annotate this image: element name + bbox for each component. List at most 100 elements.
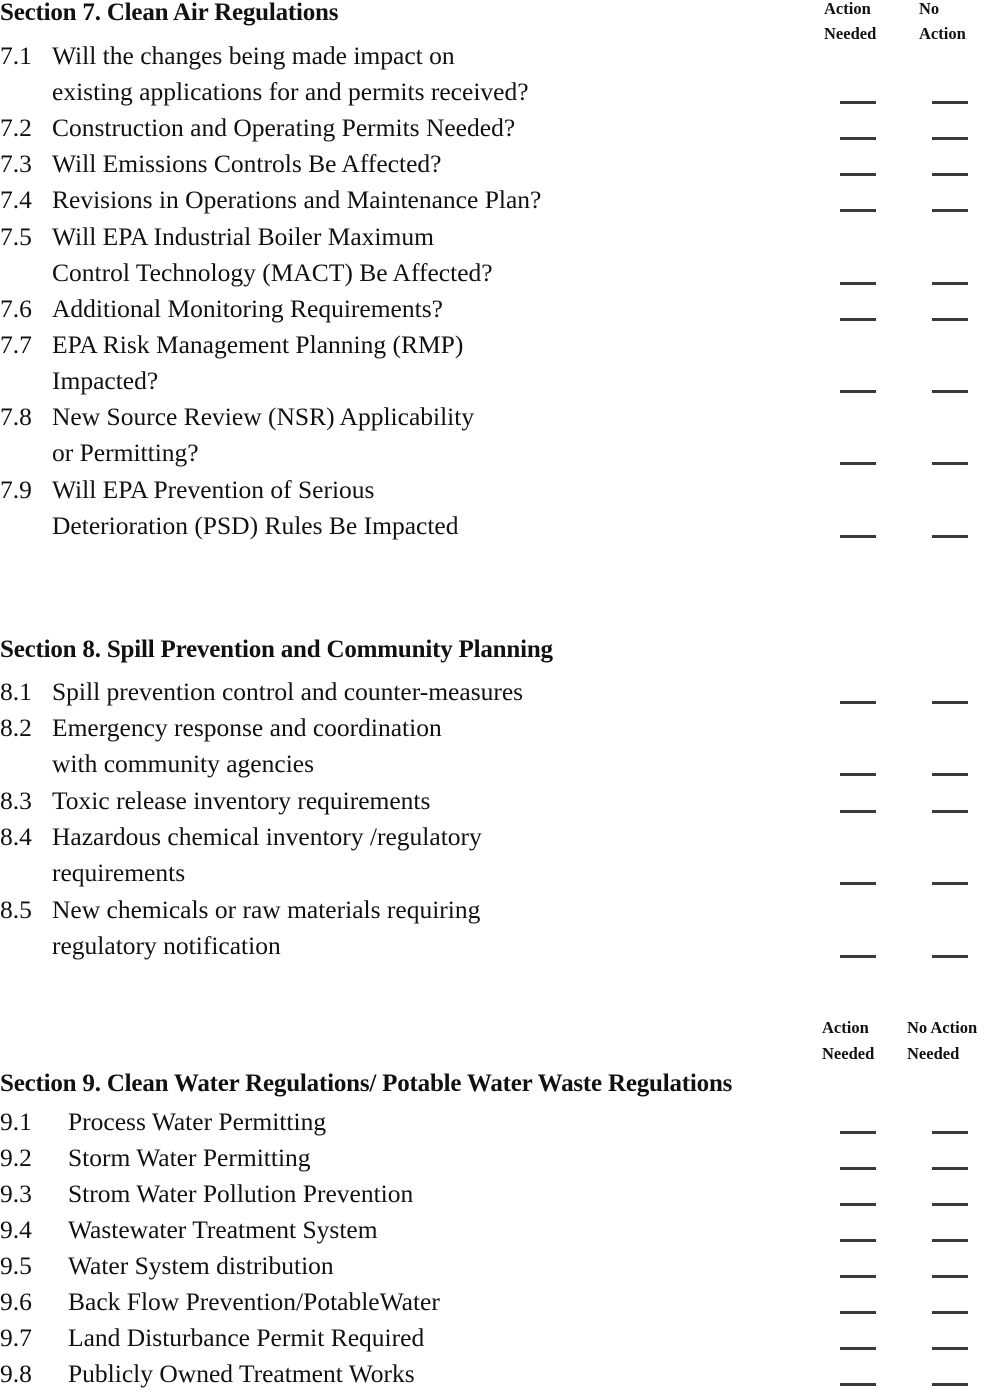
item-text-line1: Will the changes being made impact on <box>52 41 455 70</box>
action-needed-blank[interactable] <box>840 101 876 104</box>
action-needed-blank[interactable] <box>840 209 876 212</box>
action-needed-blank[interactable] <box>840 390 876 393</box>
action-needed-blank[interactable] <box>840 1203 876 1206</box>
checklist-row: 7.3 Will Emissions Controls Be Affected? <box>0 146 1000 182</box>
item-number: 9.2 <box>0 1143 32 1172</box>
item-text-line2: requirements <box>52 858 186 888</box>
document-page: Section 7. Clean Air Regulations Action … <box>0 0 1000 1389</box>
item-number: 7.5 <box>0 222 32 251</box>
item-text-line2: regulatory notification <box>52 931 281 961</box>
checklist-row: 7.2 Construction and Operating Permits N… <box>0 110 1000 146</box>
item-text-line1: EPA Risk Management Planning (RMP) <box>52 330 464 359</box>
item-text-line1: Storm Water Permitting <box>68 1143 311 1172</box>
no-action-needed-blank[interactable] <box>932 1239 968 1242</box>
action-needed-blank[interactable] <box>840 1311 876 1314</box>
checklist-row: 7.7 EPA Risk Management Planning (RMP) I… <box>0 327 1000 399</box>
action-needed-blank[interactable] <box>840 773 876 776</box>
action-needed-blank[interactable] <box>840 1275 876 1278</box>
no-action-blank[interactable] <box>932 282 968 285</box>
no-action-blank[interactable] <box>932 318 968 321</box>
checklist-row: 9.6 Back Flow Prevention/PotableWater <box>0 1284 1000 1320</box>
no-action-blank[interactable] <box>932 209 968 212</box>
checklist-row: 8.5 New chemicals or raw materials requi… <box>0 892 1000 964</box>
action-needed-blank[interactable] <box>840 1131 876 1134</box>
item-text-line2: with community agencies <box>52 749 315 779</box>
no-action-blank[interactable] <box>932 390 968 393</box>
no-action-blank[interactable] <box>932 773 968 776</box>
no-action-blank[interactable] <box>932 955 968 958</box>
action-needed-blank[interactable] <box>840 282 876 285</box>
action-needed-blank[interactable] <box>840 1347 876 1350</box>
checklist-row: 9.8 Publicly Owned Treatment Works <box>0 1356 1000 1392</box>
section-7-column-header-no-action-line1: No <box>919 0 940 18</box>
checklist-row: 8.3 Toxic release inventory requirements <box>0 783 1000 819</box>
section-7-title: Section 7. Clean Air Regulations <box>0 0 339 26</box>
no-action-blank[interactable] <box>932 137 968 140</box>
action-needed-blank[interactable] <box>840 810 876 813</box>
checklist-row: 9.7 Land Disturbance Permit Required <box>0 1320 1000 1356</box>
no-action-blank[interactable] <box>932 101 968 104</box>
item-text-line2: Control Technology (MACT) Be Affected? <box>52 258 493 288</box>
item-number: 7.9 <box>0 475 32 504</box>
action-needed-blank[interactable] <box>840 1167 876 1170</box>
item-number: 8.1 <box>0 677 32 706</box>
item-number: 7.4 <box>0 185 32 214</box>
action-needed-blank[interactable] <box>840 1239 876 1242</box>
item-text-line1: Will EPA Prevention of Serious <box>52 475 375 504</box>
checklist-row: 9.4 Wastewater Treatment System <box>0 1212 1000 1248</box>
no-action-needed-blank[interactable] <box>932 1311 968 1314</box>
action-needed-blank[interactable] <box>840 955 876 958</box>
no-action-needed-blank[interactable] <box>932 1347 968 1350</box>
action-needed-blank[interactable] <box>840 318 876 321</box>
item-text-line1: Toxic release inventory requirements <box>52 786 431 815</box>
item-number: 8.4 <box>0 822 32 851</box>
item-number: 7.6 <box>0 294 32 323</box>
no-action-needed-blank[interactable] <box>932 1167 968 1170</box>
no-action-blank[interactable] <box>932 462 968 465</box>
item-number: 7.3 <box>0 149 32 178</box>
item-number: 7.8 <box>0 402 32 431</box>
item-text-line2: Impacted? <box>52 366 159 396</box>
no-action-needed-blank[interactable] <box>932 1275 968 1278</box>
item-number: 9.6 <box>0 1287 32 1316</box>
action-needed-blank[interactable] <box>840 1383 876 1386</box>
no-action-needed-blank[interactable] <box>932 1203 968 1206</box>
action-needed-blank[interactable] <box>840 535 876 538</box>
item-number: 9.4 <box>0 1215 32 1244</box>
item-number: 9.5 <box>0 1251 32 1280</box>
no-action-blank[interactable] <box>932 173 968 176</box>
item-text-line1: New chemicals or raw materials requiring <box>52 895 481 924</box>
item-number: 7.7 <box>0 330 32 359</box>
action-needed-blank[interactable] <box>840 701 876 704</box>
item-number: 9.3 <box>0 1179 32 1208</box>
checklist-row: 7.8 New Source Review (NSR) Applicabilit… <box>0 399 1000 471</box>
item-number: 8.2 <box>0 713 32 742</box>
item-text-line1: Emergency response and coordination <box>52 713 442 742</box>
no-action-blank[interactable] <box>932 535 968 538</box>
action-needed-blank[interactable] <box>840 462 876 465</box>
checklist-row: 8.2 Emergency response and coordination … <box>0 710 1000 782</box>
no-action-blank[interactable] <box>932 810 968 813</box>
checklist-row: 7.1 Will the changes being made impact o… <box>0 38 1000 110</box>
section-9-column-header-action-needed-line1: Action <box>822 1018 869 1037</box>
item-number: 8.3 <box>0 786 32 815</box>
item-text-line1: Will EPA Industrial Boiler Maximum <box>52 222 434 251</box>
item-text-line1: New Source Review (NSR) Applicability <box>52 402 475 431</box>
no-action-blank[interactable] <box>932 701 968 704</box>
no-action-blank[interactable] <box>932 882 968 885</box>
checklist-row: 9.3 Strom Water Pollution Prevention <box>0 1176 1000 1212</box>
section-9-title: Section 9. Clean Water Regulations/ Pota… <box>0 1070 733 1097</box>
item-text-line2: existing applications for and permits re… <box>52 77 529 107</box>
action-needed-blank[interactable] <box>840 173 876 176</box>
item-text-line1: Additional Monitoring Requirements? <box>52 294 443 323</box>
item-number: 7.2 <box>0 113 32 142</box>
item-number: 7.1 <box>0 41 32 70</box>
no-action-needed-blank[interactable] <box>932 1383 968 1386</box>
action-needed-blank[interactable] <box>840 882 876 885</box>
item-text-line1: Spill prevention control and counter-mea… <box>52 677 524 706</box>
no-action-needed-blank[interactable] <box>932 1131 968 1134</box>
action-needed-blank[interactable] <box>840 137 876 140</box>
checklist-row: 9.5 Water System distribution <box>0 1248 1000 1284</box>
section-7-column-header-action-needed-line1: Action <box>824 0 871 18</box>
item-text-line1: Wastewater Treatment System <box>68 1215 378 1244</box>
